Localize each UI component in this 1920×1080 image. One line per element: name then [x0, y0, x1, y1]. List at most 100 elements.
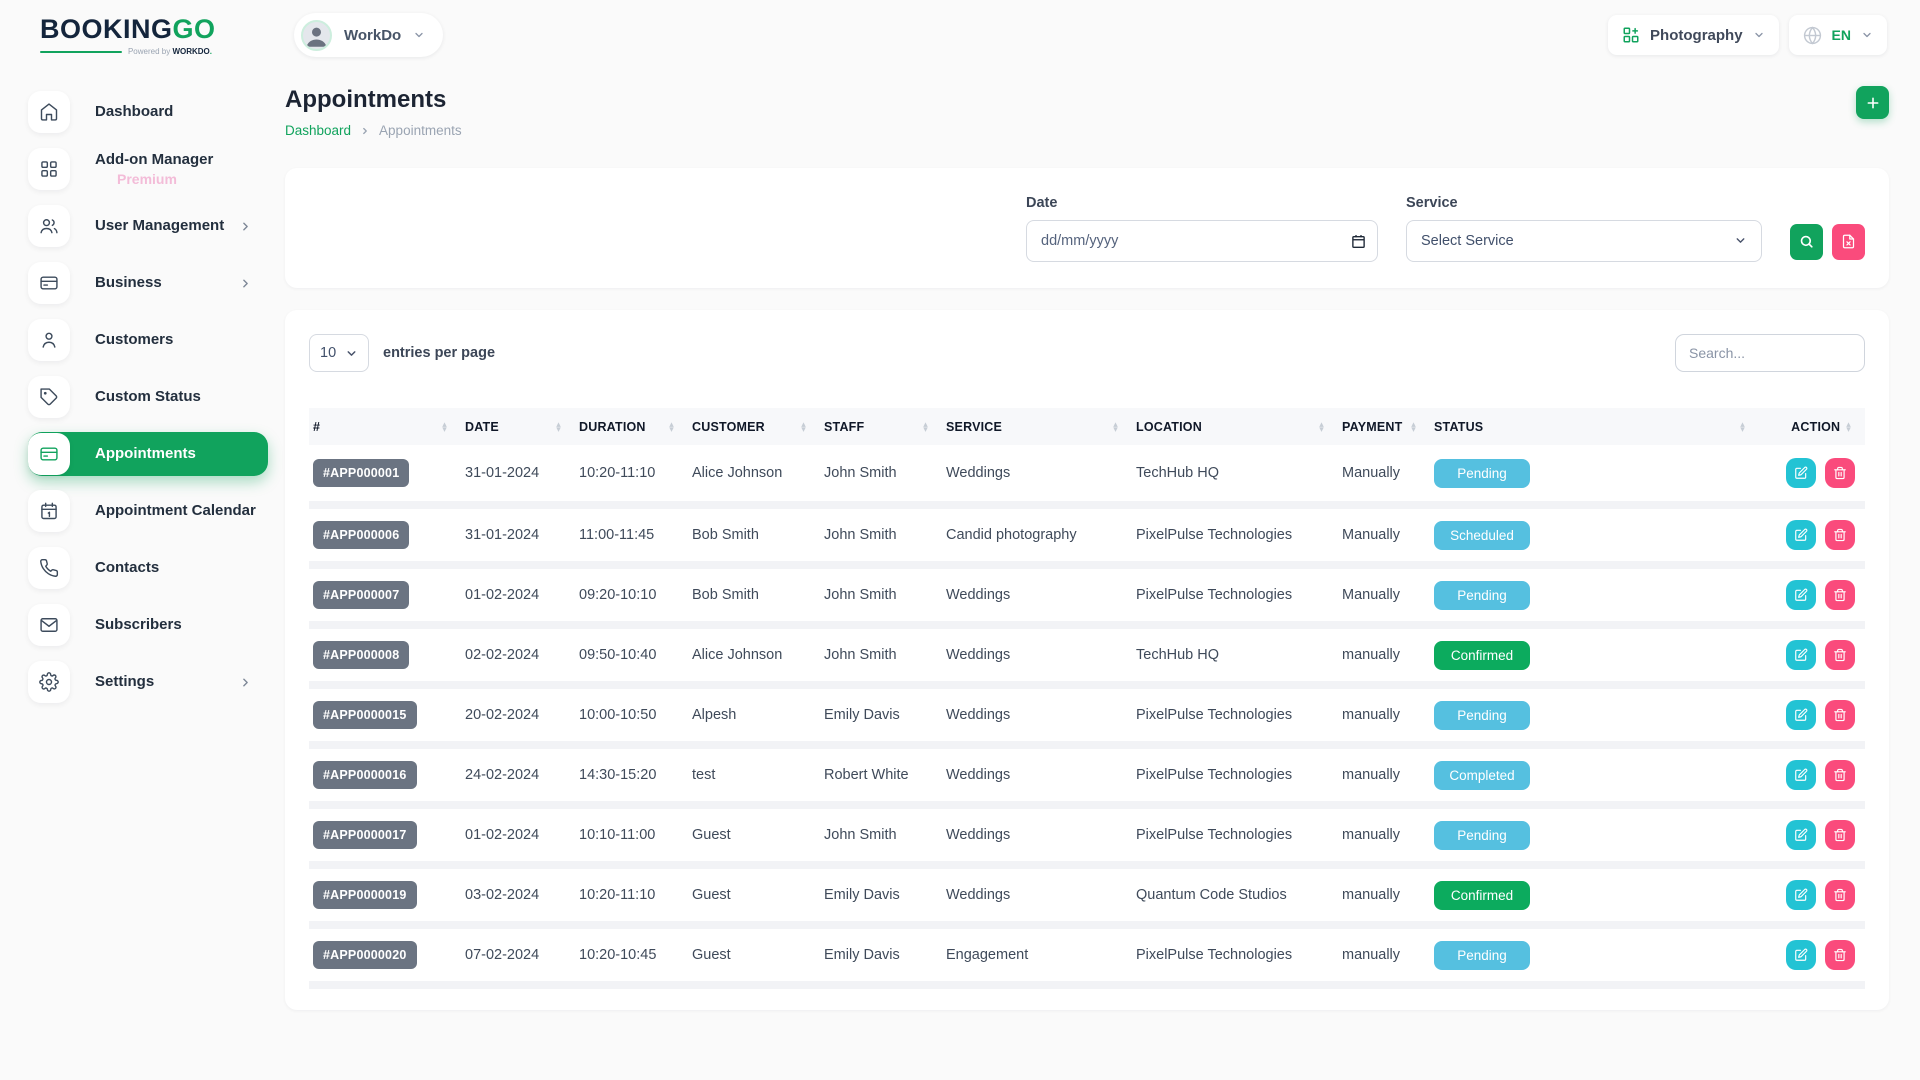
cell-location: TechHub HQ: [1132, 625, 1338, 685]
cell-duration: 09:50-10:40: [575, 625, 688, 685]
cell-date: 31-01-2024: [461, 505, 575, 565]
column-label: PAYMENT: [1342, 420, 1402, 434]
date-filter-input[interactable]: [1026, 220, 1378, 262]
cell-location: PixelPulse Technologies: [1132, 805, 1338, 865]
column-header-staff[interactable]: STAFF▴▾: [820, 408, 942, 445]
column-header-status[interactable]: STATUS▴▾: [1430, 408, 1759, 445]
sidebar-item-custom-status[interactable]: Custom Status: [28, 375, 268, 419]
module-selector[interactable]: Photography: [1608, 15, 1779, 55]
edit-button[interactable]: [1786, 760, 1816, 790]
sidebar-item-customers[interactable]: Customers: [28, 318, 268, 362]
service-filter-select[interactable]: Select Service: [1406, 220, 1762, 262]
cell-staff: Emily Davis: [820, 865, 942, 925]
edit-button[interactable]: [1786, 640, 1816, 670]
sort-arrows-icon: ▴▾: [923, 422, 934, 432]
sort-arrows-icon: ▴▾: [556, 422, 567, 432]
cell-customer: Alice Johnson: [688, 445, 820, 505]
sidebar-item-business[interactable]: Business: [28, 261, 268, 305]
chevron-right-icon: [360, 126, 370, 136]
column-header-action[interactable]: ACTION▴▾: [1759, 408, 1865, 445]
filter-reset-button[interactable]: [1832, 224, 1865, 260]
cell-date: 03-02-2024: [461, 865, 575, 925]
cell-customer: Bob Smith: [688, 565, 820, 625]
appointment-id-badge: #APP0000017: [313, 821, 417, 849]
table-search-input[interactable]: [1675, 334, 1865, 372]
workspace-selector[interactable]: WorkDo: [294, 13, 443, 57]
cell-staff: John Smith: [820, 625, 942, 685]
edit-button[interactable]: [1786, 458, 1816, 488]
file-reset-icon: [1841, 234, 1856, 249]
delete-button[interactable]: [1825, 820, 1855, 850]
cell-staff: Emily Davis: [820, 685, 942, 745]
sidebar-item-dashboard[interactable]: Dashboard: [28, 90, 268, 134]
column-header-customer[interactable]: CUSTOMER▴▾: [688, 408, 820, 445]
cell-date: 02-02-2024: [461, 625, 575, 685]
delete-button[interactable]: [1825, 520, 1855, 550]
sort-arrows-icon: ▴▾: [442, 422, 453, 432]
trash-icon: [1833, 888, 1847, 902]
edit-icon: [1794, 888, 1808, 902]
cell-payment: Manually: [1338, 565, 1430, 625]
column-header-location[interactable]: LOCATION▴▾: [1132, 408, 1338, 445]
cell-payment: manually: [1338, 925, 1430, 985]
delete-button[interactable]: [1825, 880, 1855, 910]
table-row: #APP000002007-02-202410:20-10:45GuestEmi…: [309, 925, 1865, 985]
trash-icon: [1833, 528, 1847, 542]
cell-duration: 10:00-10:50: [575, 685, 688, 745]
delete-button[interactable]: [1825, 940, 1855, 970]
column-header-id[interactable]: #▴▾: [309, 408, 461, 445]
edit-icon: [1794, 648, 1808, 662]
column-header-duration[interactable]: DURATION▴▾: [575, 408, 688, 445]
column-header-payment[interactable]: PAYMENT▴▾: [1338, 408, 1430, 445]
cell-service: Weddings: [942, 445, 1132, 505]
table-row: #APP000001520-02-202410:00-10:50AlpeshEm…: [309, 685, 1865, 745]
gear-icon: [28, 661, 70, 703]
cell-duration: 09:20-10:10: [575, 565, 688, 625]
home-icon: [28, 91, 70, 133]
cell-customer: Alice Johnson: [688, 625, 820, 685]
status-badge: Scheduled: [1434, 521, 1530, 550]
sidebar-item-settings[interactable]: Settings: [28, 660, 268, 704]
sidebar-item-appointment-calendar[interactable]: Appointment Calendar: [28, 489, 268, 533]
sidebar-item-label: Add-on Manager: [95, 151, 213, 168]
sidebar-item-add-on-manager[interactable]: Add-on ManagerPremium: [28, 147, 268, 191]
sidebar-item-appointments[interactable]: Appointments: [28, 432, 268, 476]
column-header-date[interactable]: DATE▴▾: [461, 408, 575, 445]
cell-customer: Bob Smith: [688, 505, 820, 565]
edit-button[interactable]: [1786, 520, 1816, 550]
breadcrumb-dashboard-link[interactable]: Dashboard: [285, 123, 351, 138]
date-filter-field: Date: [1026, 195, 1378, 262]
sidebar-item-contacts[interactable]: Contacts: [28, 546, 268, 590]
table-row: #APP00000131-01-202410:20-11:10Alice Joh…: [309, 445, 1865, 505]
add-appointment-button[interactable]: [1856, 86, 1889, 119]
edit-button[interactable]: [1786, 940, 1816, 970]
column-header-service[interactable]: SERVICE▴▾: [942, 408, 1132, 445]
cell-date: 07-02-2024: [461, 925, 575, 985]
sidebar-item-label: Customers: [95, 331, 173, 348]
cell-payment: manually: [1338, 805, 1430, 865]
sidebar-item-user-management[interactable]: User Management: [28, 204, 268, 248]
cell-service: Engagement: [942, 925, 1132, 985]
edit-button[interactable]: [1786, 880, 1816, 910]
edit-button[interactable]: [1786, 820, 1816, 850]
edit-button[interactable]: [1786, 580, 1816, 610]
delete-button[interactable]: [1825, 458, 1855, 488]
cell-payment: manually: [1338, 865, 1430, 925]
filter-search-button[interactable]: [1790, 224, 1823, 260]
powered-by-prefix: Powered by: [128, 47, 170, 56]
workspace-name: WorkDo: [344, 27, 401, 44]
delete-button[interactable]: [1825, 700, 1855, 730]
sidebar-item-subscribers[interactable]: Subscribers: [28, 603, 268, 647]
sidebar-item-label: Appointments: [95, 445, 196, 462]
delete-button[interactable]: [1825, 760, 1855, 790]
delete-button[interactable]: [1825, 580, 1855, 610]
cell-service: Weddings: [942, 745, 1132, 805]
chevron-down-icon: [1861, 29, 1873, 41]
edit-button[interactable]: [1786, 700, 1816, 730]
delete-button[interactable]: [1825, 640, 1855, 670]
cell-location: PixelPulse Technologies: [1132, 505, 1338, 565]
trash-icon: [1833, 708, 1847, 722]
entries-per-page-select[interactable]: 10: [309, 334, 369, 372]
language-selector[interactable]: EN: [1789, 15, 1887, 55]
topbar-right: Photography EN: [1608, 15, 1887, 55]
